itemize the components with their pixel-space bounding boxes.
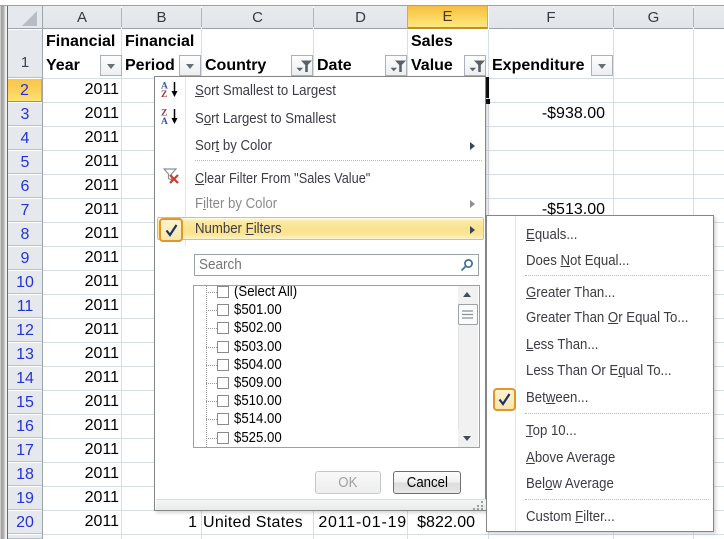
svg-text:Z: Z bbox=[161, 90, 167, 98]
svg-text:A: A bbox=[161, 117, 168, 125]
